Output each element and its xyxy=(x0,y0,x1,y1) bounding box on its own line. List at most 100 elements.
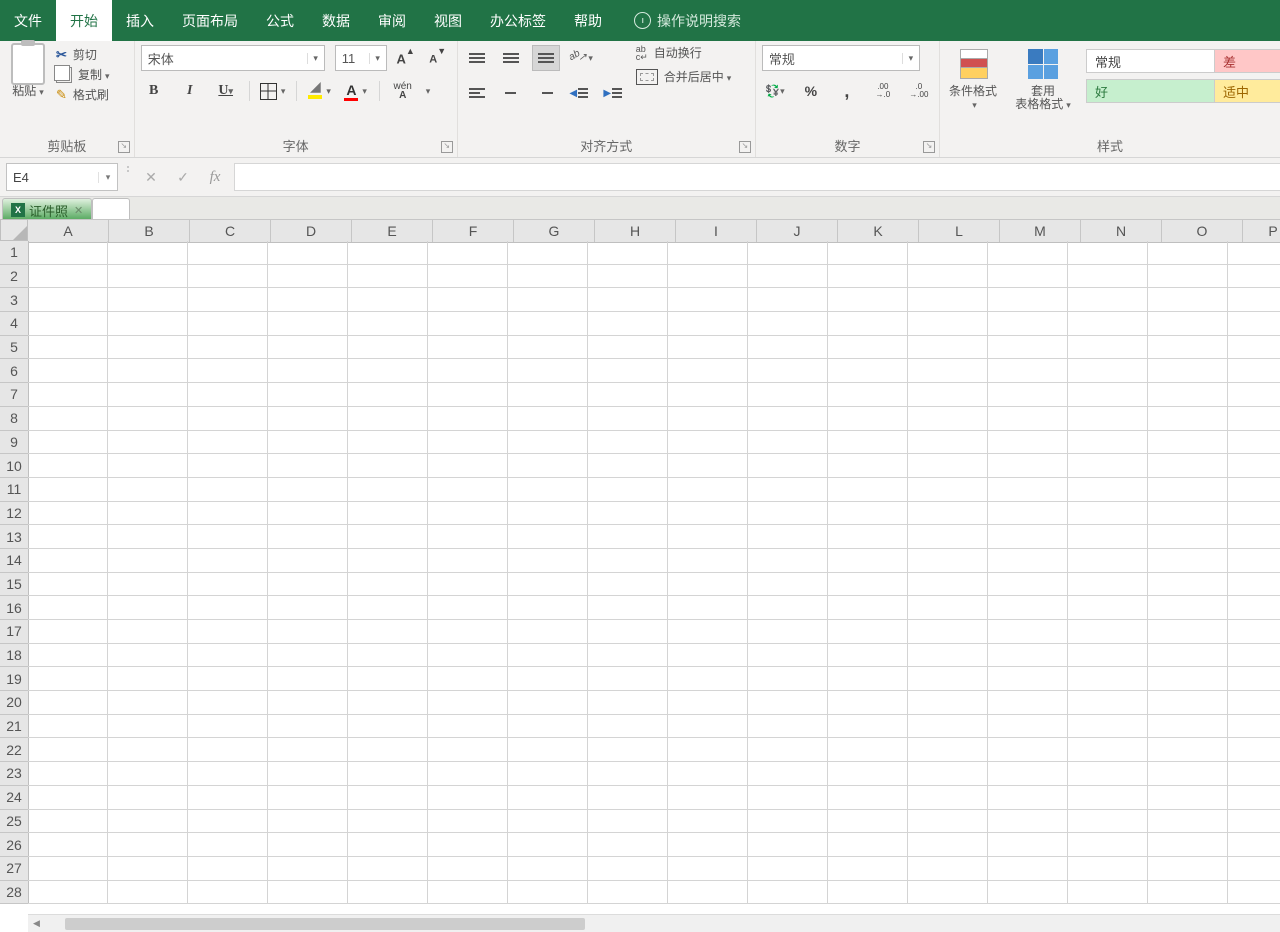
cell[interactable] xyxy=(188,715,268,739)
cell[interactable] xyxy=(1068,857,1148,881)
cell[interactable] xyxy=(508,241,588,265)
cell[interactable] xyxy=(1228,786,1280,810)
cell[interactable] xyxy=(108,478,188,502)
cell[interactable] xyxy=(108,265,188,289)
font-family-combo[interactable]: 宋体 ▾ xyxy=(141,45,325,71)
tab-review[interactable]: 审阅 xyxy=(364,0,420,41)
cell[interactable] xyxy=(988,431,1068,455)
cell[interactable] xyxy=(348,312,428,336)
cell[interactable] xyxy=(28,265,108,289)
cell[interactable] xyxy=(108,454,188,478)
cell[interactable] xyxy=(268,762,348,786)
cell[interactable] xyxy=(428,383,508,407)
cell[interactable] xyxy=(748,620,828,644)
cell[interactable] xyxy=(668,359,748,383)
cell[interactable] xyxy=(908,620,988,644)
cell[interactable] xyxy=(268,478,348,502)
cell[interactable] xyxy=(188,833,268,857)
cell[interactable] xyxy=(748,857,828,881)
name-box[interactable]: E4 ▾ xyxy=(6,163,118,191)
cell[interactable] xyxy=(188,857,268,881)
cell[interactable] xyxy=(1068,312,1148,336)
cell[interactable] xyxy=(28,810,108,834)
cell[interactable] xyxy=(588,454,668,478)
cell[interactable] xyxy=(668,762,748,786)
cell[interactable] xyxy=(108,715,188,739)
cell[interactable] xyxy=(348,715,428,739)
cell[interactable] xyxy=(268,667,348,691)
cell[interactable] xyxy=(188,573,268,597)
cell[interactable] xyxy=(28,241,108,265)
cell[interactable] xyxy=(428,312,508,336)
cell[interactable] xyxy=(188,667,268,691)
cell[interactable] xyxy=(28,762,108,786)
tab-home[interactable]: 开始 xyxy=(56,0,112,41)
cell[interactable] xyxy=(588,312,668,336)
cell[interactable] xyxy=(908,573,988,597)
cell[interactable] xyxy=(428,288,508,312)
cell[interactable] xyxy=(428,525,508,549)
column-header[interactable]: G xyxy=(514,220,595,242)
new-worksheet-tab[interactable] xyxy=(92,198,130,221)
row-header[interactable]: 15 xyxy=(0,573,28,597)
cell[interactable] xyxy=(28,478,108,502)
cell[interactable] xyxy=(748,667,828,691)
cell[interactable] xyxy=(508,810,588,834)
cell[interactable] xyxy=(268,241,348,265)
cell[interactable] xyxy=(1068,549,1148,573)
formula-input[interactable] xyxy=(234,163,1280,191)
insert-function-button[interactable]: fx xyxy=(202,164,228,190)
cell[interactable] xyxy=(108,573,188,597)
cell[interactable] xyxy=(1068,715,1148,739)
cell[interactable] xyxy=(1148,525,1228,549)
underline-button[interactable]: U▾ xyxy=(213,79,239,103)
cell[interactable] xyxy=(1228,881,1280,905)
cell[interactable] xyxy=(428,667,508,691)
cell[interactable] xyxy=(828,454,908,478)
cell[interactable] xyxy=(428,454,508,478)
cell-style-normal[interactable]: 常规 xyxy=(1086,49,1224,73)
cell[interactable] xyxy=(508,383,588,407)
cell[interactable] xyxy=(188,288,268,312)
increase-decimal-button[interactable]: .00→.0 xyxy=(870,79,896,103)
cell[interactable] xyxy=(668,596,748,620)
cell[interactable] xyxy=(588,762,668,786)
cell[interactable] xyxy=(108,738,188,762)
cell[interactable] xyxy=(268,549,348,573)
cell[interactable] xyxy=(988,573,1068,597)
fill-color-button[interactable]: ◢▾ xyxy=(307,79,333,103)
cell[interactable] xyxy=(268,857,348,881)
tab-file[interactable]: 文件 xyxy=(0,0,56,41)
cell[interactable] xyxy=(508,596,588,620)
cell[interactable] xyxy=(508,407,588,431)
cell[interactable] xyxy=(428,691,508,715)
cell[interactable] xyxy=(268,644,348,668)
row-header[interactable]: 19 xyxy=(0,667,28,691)
cell[interactable] xyxy=(668,833,748,857)
cell[interactable] xyxy=(908,667,988,691)
row-header[interactable]: 8 xyxy=(0,407,28,431)
cell[interactable] xyxy=(268,525,348,549)
cell[interactable] xyxy=(1148,833,1228,857)
cell[interactable] xyxy=(908,786,988,810)
cell[interactable] xyxy=(828,667,908,691)
cell[interactable] xyxy=(28,454,108,478)
cell[interactable] xyxy=(188,525,268,549)
row-header[interactable]: 10 xyxy=(0,454,28,478)
cell[interactable] xyxy=(588,857,668,881)
cell[interactable] xyxy=(268,502,348,526)
cell[interactable] xyxy=(348,454,428,478)
cell[interactable] xyxy=(748,881,828,905)
cell[interactable] xyxy=(1228,288,1280,312)
cell[interactable] xyxy=(908,549,988,573)
cell[interactable] xyxy=(588,549,668,573)
font-size-combo[interactable]: 11 ▾ xyxy=(335,45,387,71)
cell[interactable] xyxy=(428,478,508,502)
cell[interactable] xyxy=(908,288,988,312)
cell[interactable] xyxy=(348,573,428,597)
cell[interactable] xyxy=(588,833,668,857)
cell[interactable] xyxy=(828,478,908,502)
font-dialog-launcher[interactable]: ↘ xyxy=(441,141,453,153)
cell[interactable] xyxy=(428,359,508,383)
cell[interactable] xyxy=(28,833,108,857)
